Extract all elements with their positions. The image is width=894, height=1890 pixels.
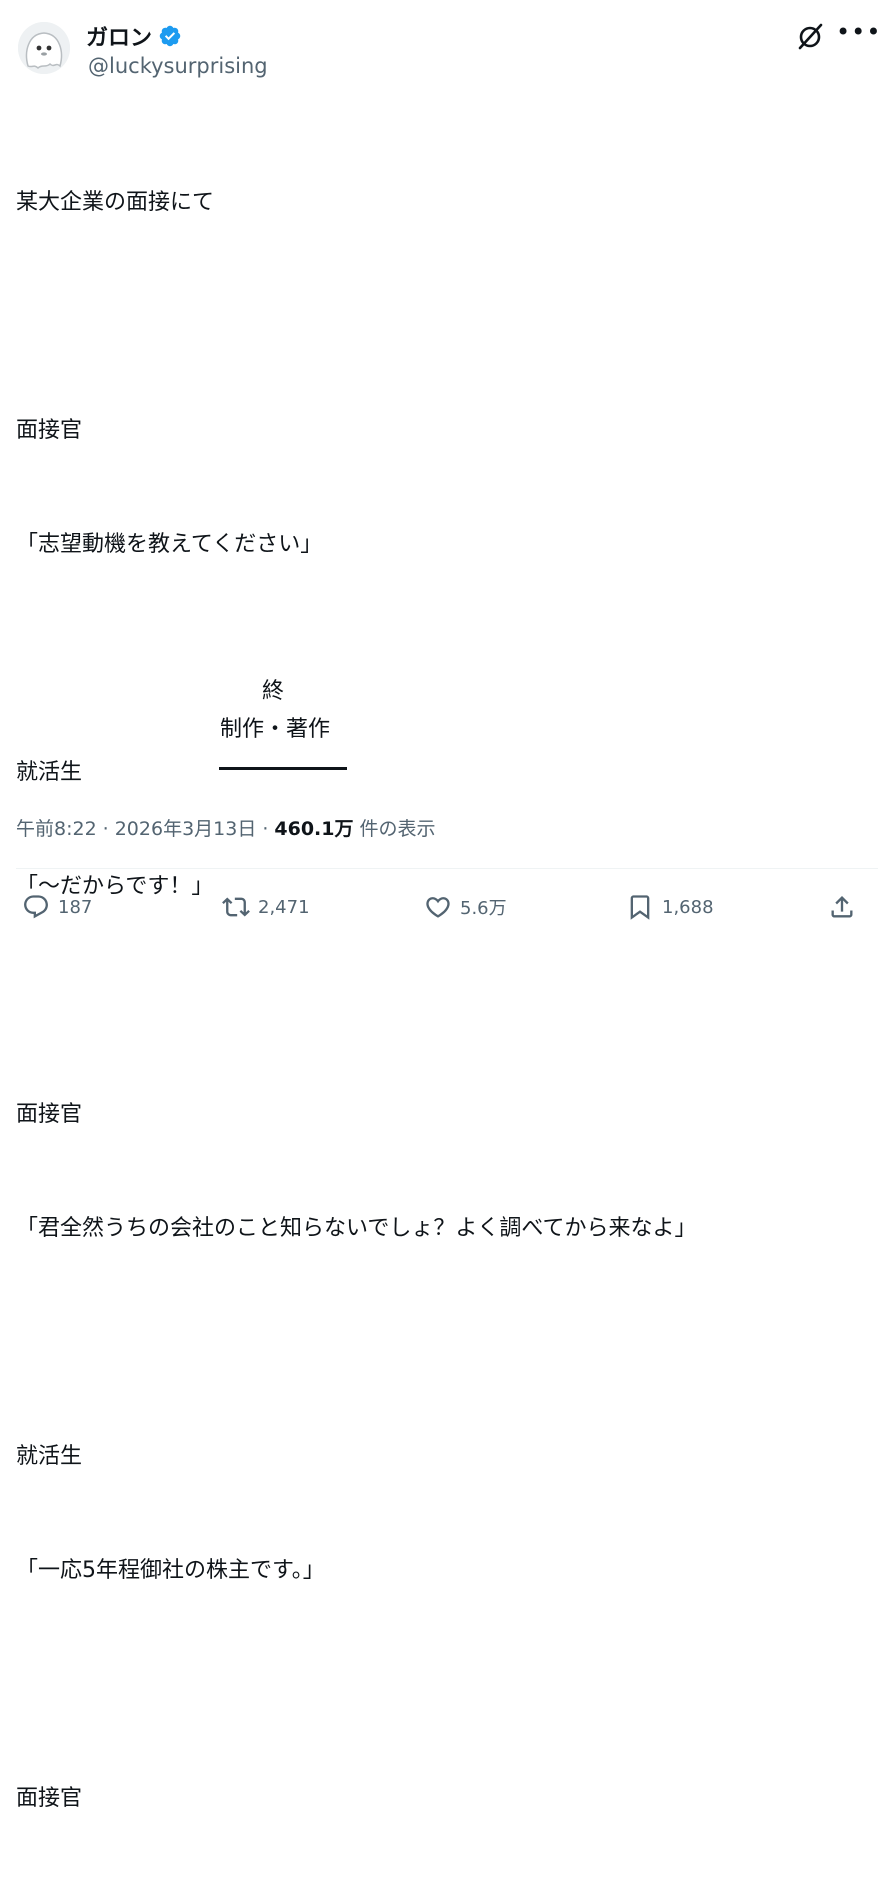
bookmark-button[interactable]: 1,688 [626, 890, 714, 924]
views-count[interactable]: 460.1万 [274, 814, 353, 841]
avatar[interactable] [18, 22, 70, 74]
tweet-line: 「志望動機を教えてください」 [16, 532, 323, 557]
tweet-line: 就活生 [16, 760, 83, 785]
tweet-line: 某大企業の面接にて [16, 190, 215, 215]
tweet-line [16, 640, 876, 678]
grok-icon[interactable] [796, 22, 824, 50]
verified-badge-icon [159, 25, 181, 47]
meta-separator: · [102, 818, 109, 840]
tweet-meta: 午前8:22 · 2026年3月13日 · 460.1万 件の表示 [16, 814, 436, 841]
handle[interactable]: @luckysurprising [88, 54, 268, 78]
reply-icon [24, 895, 48, 919]
divider [16, 868, 878, 869]
credit-underline [219, 767, 347, 770]
reply-count: 187 [58, 896, 93, 918]
tweet-line: 面接官 [16, 1786, 83, 1811]
more-icon[interactable]: ••• [836, 20, 880, 50]
views-label: 件の表示 [359, 818, 436, 840]
reply-button[interactable]: 187 [22, 890, 92, 924]
tweet-text: 某大企業の面接にて 面接官 「志望動機を教えてください」 就活生 「〜だからです… [16, 108, 876, 1890]
tweet-time[interactable]: 午前8:22 [16, 814, 97, 841]
bookmark-icon [630, 895, 650, 920]
tweet-line [16, 1324, 876, 1362]
tweet-line: 面接官 [16, 418, 83, 443]
tweet-line [16, 982, 876, 1020]
retweet-icon [222, 897, 250, 917]
credit-role-text: 制作・著作 [220, 717, 331, 742]
like-count: 5.6万 [460, 898, 507, 919]
like-button[interactable]: 5.6万 [424, 890, 507, 924]
ghost-avatar-icon [18, 22, 70, 74]
meta-separator: · [262, 818, 269, 840]
share-icon [831, 896, 853, 918]
credit-end-text: 終 [262, 679, 285, 704]
display-name-text: ガロン [86, 26, 153, 51]
retweet-button[interactable]: 2,471 [222, 890, 310, 924]
tweet-line: 就活生 [16, 1444, 83, 1469]
tweet-line: 「一応5年程御社の株主です。」 [16, 1558, 325, 1583]
retweet-count: 2,471 [258, 896, 310, 918]
tweet-line [16, 1666, 876, 1704]
tweet-line [16, 298, 876, 336]
bookmark-count: 1,688 [662, 896, 714, 918]
display-name[interactable]: ガロン [86, 20, 182, 52]
share-button[interactable] [828, 890, 856, 924]
tweet-line: 面接官 [16, 1102, 83, 1127]
tweet-line: 「君全然うちの会社のこと知らないでしょ？よく調べてから来なよ」 [16, 1216, 697, 1241]
tweet-date[interactable]: 2026年3月13日 [115, 814, 257, 841]
heart-icon [426, 897, 450, 918]
